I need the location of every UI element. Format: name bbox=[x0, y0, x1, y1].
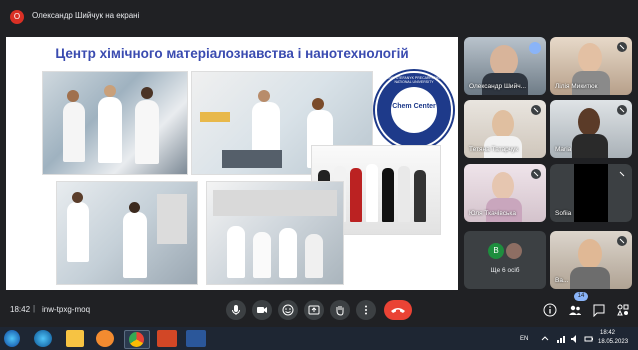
participant-tile[interactable]: Ва... bbox=[550, 231, 632, 289]
chrome-taskbar-button[interactable] bbox=[124, 330, 150, 349]
emoji-icon bbox=[282, 304, 294, 316]
media-player-icon[interactable] bbox=[96, 330, 114, 347]
lab-photo-3 bbox=[56, 181, 198, 285]
chat-icon[interactable] bbox=[592, 303, 606, 317]
participant-name: Sofiia bbox=[555, 210, 572, 217]
mic-off-icon bbox=[617, 42, 627, 52]
powerpoint-icon[interactable] bbox=[157, 330, 177, 347]
meeting-code: inw-tpxg-moq bbox=[42, 305, 91, 314]
participant-name: Maria bbox=[555, 146, 572, 153]
hand-icon bbox=[336, 306, 344, 316]
network-icon[interactable] bbox=[556, 334, 566, 344]
reactions-button[interactable] bbox=[278, 300, 298, 320]
chrome-icon bbox=[129, 332, 144, 347]
taskbar-date[interactable]: 18.05.2023 bbox=[598, 339, 628, 345]
microphone-icon bbox=[232, 305, 240, 315]
internet-explorer-icon[interactable] bbox=[34, 330, 52, 347]
more-participants-tile[interactable]: В Ще 6 осіб bbox=[464, 231, 546, 289]
participant-name: Олександр Шийч... bbox=[469, 83, 526, 90]
microphone-button[interactable] bbox=[226, 300, 246, 320]
participant-tile[interactable]: Юля Ткачівська bbox=[464, 164, 546, 222]
participants-count-badge: 14 bbox=[574, 292, 588, 301]
participant-tile[interactable]: Тетяна Татарчук bbox=[464, 100, 546, 158]
separator: | bbox=[33, 304, 36, 313]
participant-tile[interactable]: Лілія Микитюк bbox=[550, 37, 632, 95]
end-call-button[interactable] bbox=[384, 300, 412, 320]
taskbar-clock[interactable]: 18:42 bbox=[600, 330, 615, 336]
participant-name: Ва... bbox=[555, 277, 569, 284]
participant-name: Юля Ткачівська bbox=[469, 210, 516, 217]
participant-tile[interactable]: Олександр Шийч... bbox=[464, 37, 546, 95]
lab-photo-4 bbox=[206, 181, 344, 285]
mic-off-icon bbox=[531, 105, 541, 115]
presenter-label: Олександр Шийчук на екрані bbox=[32, 11, 140, 20]
info-icon[interactable] bbox=[543, 303, 557, 317]
participant-photo-avatar bbox=[506, 243, 522, 259]
start-button-icon[interactable] bbox=[4, 330, 20, 347]
mic-off-icon bbox=[617, 236, 627, 246]
raise-hand-button[interactable] bbox=[330, 300, 350, 320]
shared-screen: Центр хімічного матеріалознавства і нано… bbox=[6, 37, 458, 290]
people-icon[interactable] bbox=[568, 303, 582, 317]
mic-off-icon bbox=[617, 169, 627, 179]
mic-off-icon bbox=[617, 105, 627, 115]
tray-arrow-icon[interactable] bbox=[540, 334, 550, 344]
participant-tile[interactable]: Maria bbox=[550, 100, 632, 158]
participant-name: Тетяна Татарчук bbox=[469, 146, 519, 153]
lab-photo-1 bbox=[42, 71, 188, 175]
present-screen-button[interactable] bbox=[304, 300, 324, 320]
file-explorer-icon[interactable] bbox=[66, 330, 84, 347]
slide-title: Центр хімічного матеріалознавства і нано… bbox=[55, 46, 409, 61]
presenter-avatar: О bbox=[10, 10, 24, 24]
more-options-button[interactable] bbox=[356, 300, 376, 320]
volume-icon[interactable] bbox=[570, 334, 580, 344]
activities-icon[interactable] bbox=[616, 303, 630, 317]
participant-name: Лілія Микитюк bbox=[555, 83, 598, 90]
hang-up-icon bbox=[391, 308, 405, 313]
meeting-time: 18:42 bbox=[10, 305, 31, 314]
participant-tile[interactable]: Sofiia bbox=[550, 164, 632, 222]
camera-button[interactable] bbox=[252, 300, 272, 320]
chem-center-logo: VASYL STEFANYK PRECARPATHIAN NATIONAL UN… bbox=[375, 71, 453, 149]
word-icon[interactable] bbox=[186, 330, 206, 347]
more-participants-label: Ще 6 осіб bbox=[490, 267, 520, 274]
mic-off-icon bbox=[531, 169, 541, 179]
battery-icon[interactable] bbox=[584, 334, 594, 344]
participant-initial-avatar: В bbox=[488, 243, 504, 259]
camera-icon bbox=[257, 307, 267, 313]
language-indicator[interactable]: EN bbox=[520, 336, 528, 342]
more-vertical-icon bbox=[365, 305, 367, 315]
speaking-indicator-icon bbox=[529, 42, 541, 54]
present-screen-icon bbox=[308, 305, 320, 315]
